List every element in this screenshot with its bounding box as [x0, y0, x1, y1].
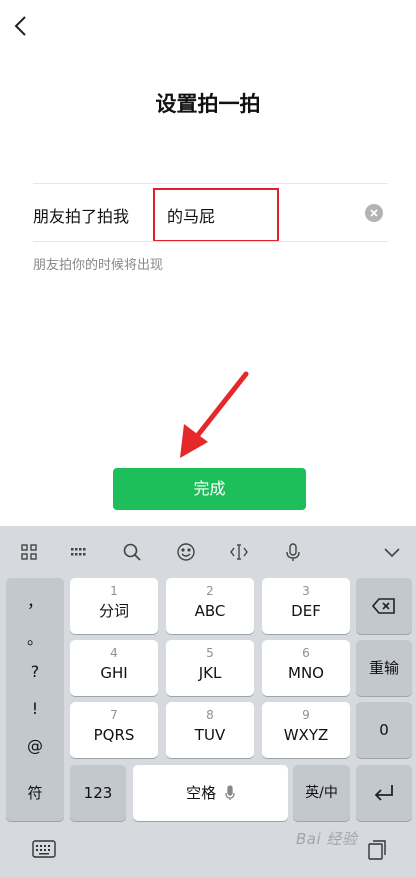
backspace-key[interactable]	[356, 578, 412, 634]
keyboard-toolbar	[0, 526, 416, 578]
hint-text: 朋友拍你的时候将出现	[33, 258, 164, 273]
cursor-icon[interactable]	[229, 542, 249, 562]
space-key[interactable]: 空格	[133, 765, 288, 821]
symbol-column[interactable]: ， 。 ? ! @	[6, 578, 64, 784]
red-arrow-annotation	[170, 368, 260, 468]
symbol-switch-key[interactable]: 符	[6, 765, 64, 821]
microphone-icon[interactable]	[283, 542, 303, 562]
keyboard-layout-icon[interactable]	[69, 542, 89, 562]
key-7[interactable]: 7 PQRS	[70, 702, 158, 758]
language-switch-key[interactable]: 英/中	[293, 765, 350, 821]
chevron-down-icon[interactable]	[382, 542, 402, 562]
back-icon[interactable]	[12, 14, 32, 38]
key-3[interactable]: 3 DEF	[262, 578, 350, 634]
backspace-icon	[371, 598, 395, 614]
divider	[33, 183, 388, 184]
number-switch-key[interactable]: 123	[70, 765, 126, 821]
clipboard-icon[interactable]	[367, 839, 387, 865]
symbol-key[interactable]: @	[6, 736, 64, 755]
divider	[33, 241, 388, 242]
key-2[interactable]: 2 ABC	[166, 578, 254, 634]
reinput-key[interactable]: 重输	[356, 640, 412, 696]
key-6[interactable]: 6 MNO	[262, 640, 350, 696]
enter-key[interactable]	[356, 765, 412, 821]
pat-label: 朋友拍了拍我	[33, 207, 130, 226]
clear-icon[interactable]	[365, 204, 383, 222]
search-icon[interactable]	[122, 542, 142, 562]
enter-icon	[374, 785, 393, 801]
emoji-icon[interactable]	[176, 542, 196, 562]
key-1[interactable]: 1 分词	[70, 578, 158, 634]
key-5[interactable]: 5 JKL	[166, 640, 254, 696]
pat-suffix-input[interactable]	[153, 188, 279, 242]
symbol-key[interactable]: ?	[6, 662, 64, 681]
done-button[interactable]: 完成	[113, 468, 306, 510]
page-title: 设置拍一拍	[155, 92, 261, 116]
symbol-key[interactable]: !	[6, 699, 64, 718]
space-label: 空格	[186, 784, 217, 802]
key-8[interactable]: 8 TUV	[166, 702, 254, 758]
ime-keyboard: ， 。 ? ! @ 1 分词 2 ABC 3 DEF 4 GHI 5 JKL 6…	[0, 526, 416, 877]
key-4[interactable]: 4 GHI	[70, 640, 158, 696]
microphone-icon	[225, 785, 235, 800]
grid-icon[interactable]	[19, 542, 39, 562]
key-9[interactable]: 9 WXYZ	[262, 702, 350, 758]
keyboard-switch-icon[interactable]	[32, 839, 56, 863]
symbol-key[interactable]: ，	[6, 588, 64, 612]
watermark: Bai 经验	[296, 830, 358, 848]
symbol-key[interactable]: 。	[6, 625, 64, 649]
key-0[interactable]: 0	[356, 702, 412, 758]
